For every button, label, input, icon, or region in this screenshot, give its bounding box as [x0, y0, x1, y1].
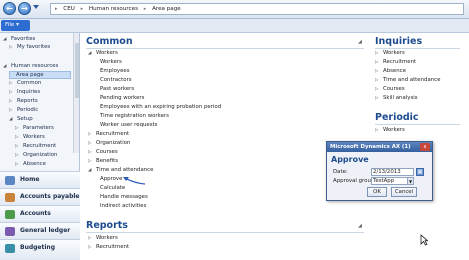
common-section-title: Common: [86, 36, 133, 47]
collapse-reports-icon[interactable]: ◢: [358, 223, 362, 229]
approval-group-dropdown-icon[interactable]: ▼: [407, 177, 414, 185]
nav-item-parameters[interactable]: ▷ Parameters: [15, 125, 54, 131]
link-expiring-probation[interactable]: Employees with an expiring probation per…: [100, 104, 221, 110]
date-row: 2/13/2013 ▦: [327, 168, 434, 177]
calendar-icon[interactable]: ▦: [416, 168, 424, 176]
title-bar: ← → ▸ CEU ▸ Human resources ▸ Area page: [0, 0, 469, 19]
approve-dialog: Microsoft Dynamics AX (1) x Approve Date…: [326, 141, 433, 201]
nav-item-my-favorites[interactable]: ▷ My favorites: [9, 44, 50, 50]
periodic-divider: [375, 124, 460, 125]
report-group-workers[interactable]: ▷ Workers: [88, 235, 118, 241]
periodic-workers[interactable]: ▷ Workers: [375, 127, 405, 133]
pane-button-budgeting[interactable]: Budgeting: [0, 239, 80, 260]
nav-item-recruitment[interactable]: ▷ Recruitment: [15, 143, 56, 149]
scrollbar-thumb[interactable]: [75, 43, 79, 98]
favorites-header[interactable]: ◢ Favorites: [3, 36, 35, 42]
inquiry-absence[interactable]: ▷ Absence: [375, 68, 406, 74]
link-contractors[interactable]: Contractors: [100, 77, 132, 83]
group-organization[interactable]: ▷ Organization: [88, 140, 130, 146]
cancel-button[interactable]: Cancel: [391, 187, 417, 197]
inquiries-divider: [375, 48, 460, 49]
home-icon: [5, 176, 15, 185]
breadcrumb-ceu[interactable]: CEU: [59, 6, 75, 12]
navigation-pane: ◢ Favorites ▷ My favorites ◢ Human resource…: [0, 33, 80, 260]
nav-item-workers[interactable]: ▷ Workers: [15, 134, 45, 140]
link-pending-workers[interactable]: Pending workers: [100, 95, 144, 101]
link-time-registration-workers[interactable]: Time registration workers: [100, 113, 169, 119]
inquiry-recruitment[interactable]: ▷ Recruitment: [375, 59, 416, 65]
nav-item-reports[interactable]: ▷ Reports: [9, 98, 38, 104]
breadcrumb-human-resources[interactable]: Human resources: [89, 6, 138, 12]
group-recruitment[interactable]: ▷ Recruitment: [88, 131, 129, 137]
report-group-recruitment[interactable]: ▷ Recruitment: [88, 244, 129, 250]
pointer-arrow-icon: [123, 177, 146, 185]
link-indirect-activities[interactable]: Indirect activities: [100, 203, 146, 209]
inquiry-time-and-attendance[interactable]: ▷ Time and attendance: [375, 77, 440, 83]
inquiry-skill-analysis[interactable]: ▷ Skill analysis: [375, 95, 418, 101]
pane-button-home[interactable]: Home: [0, 171, 80, 188]
ribbon-bar: [0, 19, 469, 33]
inquiries-section-title: Inquiries: [375, 36, 423, 47]
link-workers[interactable]: Workers: [100, 59, 122, 65]
accounts-payable-icon: [5, 193, 15, 202]
ok-button[interactable]: OK: [367, 187, 387, 197]
group-benefits[interactable]: ▷ Benefits: [88, 158, 118, 164]
nav-item-common[interactable]: ▷ Common: [9, 80, 41, 86]
nav-item-absence[interactable]: ▷ Absence: [15, 161, 46, 167]
nav-item-inquiries[interactable]: ▷ Inquiries: [9, 89, 40, 95]
date-field[interactable]: 2/13/2013: [371, 168, 414, 176]
file-menu-button[interactable]: File ▾: [1, 20, 30, 31]
reports-divider: [86, 232, 364, 233]
link-employees[interactable]: Employees: [100, 68, 130, 74]
approval-group-label: Approval group:: [333, 178, 377, 184]
pane-button-accounts-payable[interactable]: Accounts payable: [0, 188, 80, 205]
back-button[interactable]: ←: [3, 2, 16, 15]
history-dropdown-icon[interactable]: [33, 5, 39, 9]
forward-button[interactable]: →: [18, 2, 31, 15]
pane-button-general-ledger[interactable]: General ledger: [0, 222, 80, 239]
dialog-close-button[interactable]: x: [420, 143, 430, 151]
group-workers[interactable]: ◢ Workers: [88, 50, 118, 56]
periodic-section-title: Periodic: [375, 112, 419, 123]
group-time-and-attendance[interactable]: ◢ Time and attendance: [88, 167, 153, 173]
address-bar[interactable]: ▸ CEU ▸ Human resources ▸ Area page: [50, 3, 464, 15]
nav-item-area-page[interactable]: Area page: [9, 71, 71, 79]
common-divider: [86, 48, 364, 49]
budgeting-icon: [5, 244, 15, 253]
accounts-receivable-icon: [5, 210, 15, 219]
breadcrumb-area-page[interactable]: Area page: [152, 6, 181, 12]
dialog-title-bar[interactable]: Microsoft Dynamics AX (1): [327, 142, 432, 152]
inquiry-courses[interactable]: ▷ Courses: [375, 86, 405, 92]
reports-section-title: Reports: [86, 220, 128, 231]
nav-item-setup[interactable]: ◢ Setup: [9, 116, 33, 122]
nav-item-organization[interactable]: ▷ Organization: [15, 152, 57, 158]
dialog-title: Microsoft Dynamics AX (1): [330, 144, 411, 150]
dialog-heading: Approve: [331, 155, 369, 164]
mouse-cursor-icon: [420, 234, 428, 246]
collapse-common-icon[interactable]: ◢: [358, 39, 362, 45]
general-ledger-icon: [5, 227, 15, 236]
link-handle-messages[interactable]: Handle messages: [100, 194, 148, 200]
nav-item-periodic[interactable]: ▷ Periodic: [9, 107, 38, 113]
address-arrow-icon: ▸: [55, 6, 58, 12]
approval-group-field[interactable]: TestApp: [371, 177, 408, 185]
pane-button-accounts-receivable[interactable]: Accounts receiva...: [0, 205, 80, 233]
navigation-scrollbar[interactable]: [73, 33, 79, 153]
module-header[interactable]: ◢ Human resources: [3, 63, 58, 69]
link-worker-user-requests[interactable]: Worker user requests: [100, 122, 157, 128]
link-past-workers[interactable]: Past workers: [100, 86, 134, 92]
inquiry-workers[interactable]: ▷ Workers: [375, 50, 405, 56]
group-courses[interactable]: ▷ Courses: [88, 149, 118, 155]
